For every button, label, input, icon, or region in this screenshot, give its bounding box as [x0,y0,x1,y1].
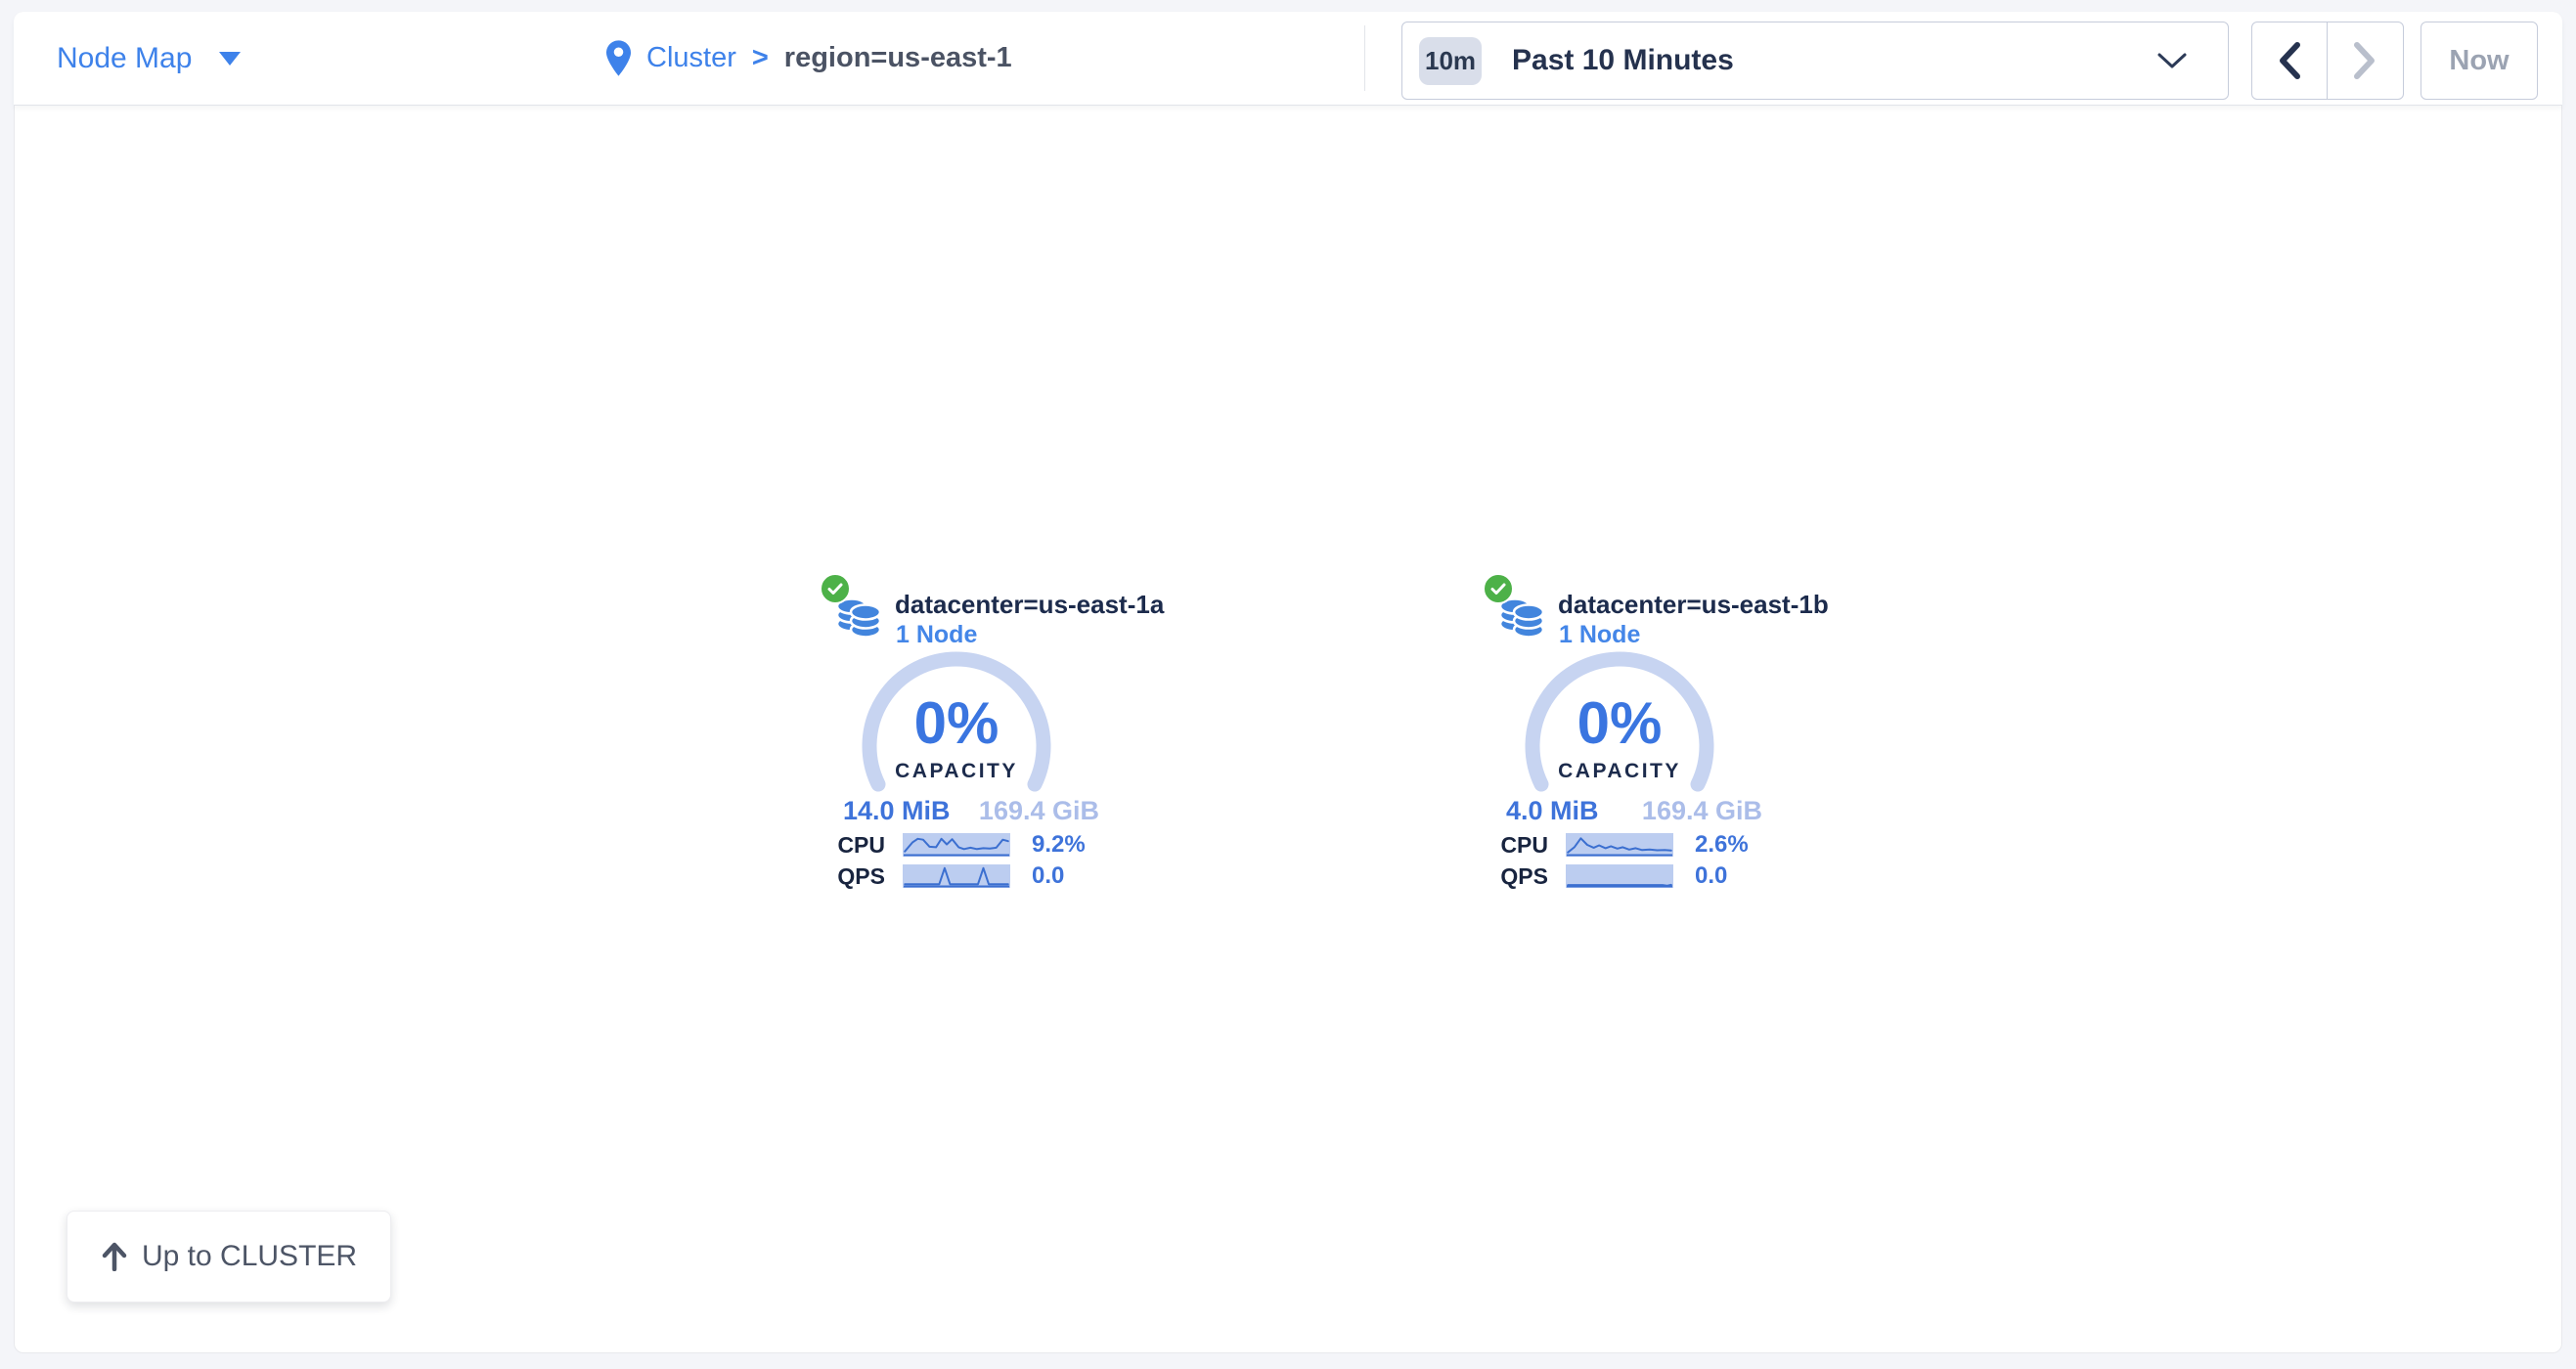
check-icon [1490,583,1506,596]
qps-value: 0.0 [1032,862,1064,890]
now-button[interactable]: Now [2421,22,2538,100]
capacity-values: 4.0 MiB 169.4 GiB [1506,797,1762,824]
capacity-percentage: 0% [849,693,1064,754]
cpu-metric-row: CPU 9.2% [820,832,1113,858]
chevron-down-icon [2155,51,2189,70]
caret-down-icon [219,52,241,66]
datacenter-name: datacenter=us-east-1b [1558,590,1829,619]
up-to-cluster-button[interactable]: Up to CLUSTER [67,1211,391,1303]
healthy-status-badge [1483,573,1514,604]
cpu-sparkline [903,833,1010,857]
cpu-label: CPU [1483,832,1548,859]
time-range-label: Past 10 Minutes [1512,44,1734,77]
cpu-sparkline [1566,833,1673,857]
breadcrumb-separator: > [752,42,769,74]
capacity-label: CAPACITY [1512,760,1727,783]
header-bar: Node Map Cluster > region=us-east-1 10m … [14,12,2562,106]
capacity-label: CAPACITY [849,760,1064,783]
time-forward-button[interactable] [2328,22,2402,99]
capacity-values: 14.0 MiB 169.4 GiB [843,797,1099,824]
cpu-value: 2.6% [1695,831,1749,859]
qps-metric-row: QPS 0.0 [820,863,1113,889]
capacity-percentage: 0% [1512,693,1727,754]
breadcrumb: Cluster > region=us-east-1 [606,12,1012,105]
time-back-button[interactable] [2252,22,2328,99]
header-divider [1364,25,1365,91]
time-range-dropdown[interactable]: 10m Past 10 Minutes [1401,22,2229,100]
qps-sparkline [1566,864,1673,888]
datacenter-group-us-east-1a[interactable]: datacenter=us-east-1a 1 Node 0% CAPACITY… [820,562,1113,900]
cpu-metric-row: CPU 2.6% [1483,832,1776,858]
capacity-used: 4.0 MiB [1506,797,1599,824]
cpu-value: 9.2% [1032,831,1086,859]
up-to-cluster-label: Up to CLUSTER [142,1240,357,1273]
time-nav-group [2251,22,2404,100]
view-selector-label: Node Map [57,42,192,75]
node-map-app: Node Map Cluster > region=us-east-1 10m … [0,0,2576,1369]
cpu-label: CPU [820,832,885,859]
qps-metric-row: QPS 0.0 [1483,863,1776,889]
breadcrumb-current: region=us-east-1 [784,42,1012,74]
datacenter-group-us-east-1b[interactable]: datacenter=us-east-1b 1 Node 0% CAPACITY… [1483,562,1776,900]
capacity-total: 169.4 GiB [979,797,1099,824]
time-range-badge: 10m [1419,37,1482,85]
main-panel [14,12,2562,1353]
chevron-left-icon [2277,41,2302,80]
capacity-used: 14.0 MiB [843,797,951,824]
qps-value: 0.0 [1695,862,1727,890]
location-pin-icon [606,40,631,76]
arrow-up-icon [101,1242,128,1271]
datacenter-name: datacenter=us-east-1a [895,590,1164,619]
chevron-right-icon [2352,41,2377,80]
qps-label: QPS [820,863,885,890]
breadcrumb-cluster-link[interactable]: Cluster [646,42,736,74]
check-icon [827,583,843,596]
qps-sparkline [903,864,1010,888]
qps-label: QPS [1483,863,1548,890]
healthy-status-badge [820,573,851,604]
view-selector-dropdown[interactable]: Node Map [57,12,241,105]
capacity-total: 169.4 GiB [1642,797,1762,824]
